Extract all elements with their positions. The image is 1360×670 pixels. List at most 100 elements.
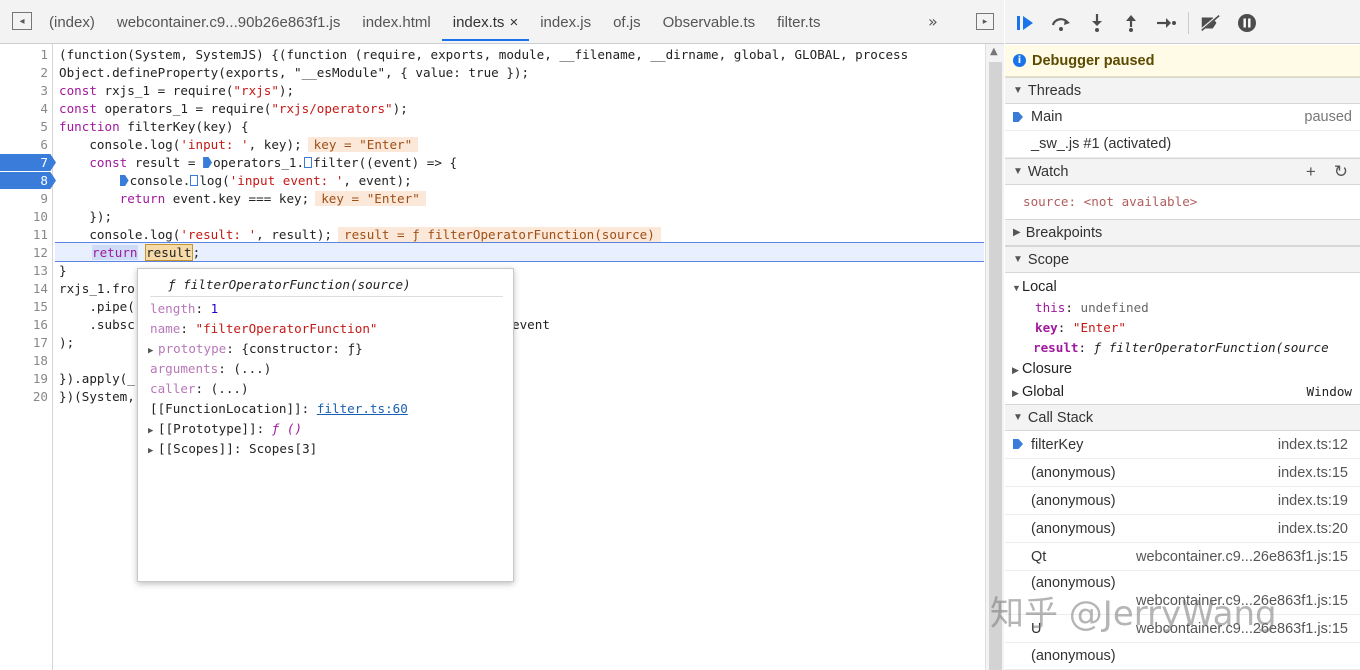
callstack-frame[interactable]: (anonymous) index.ts:20: [1005, 515, 1360, 543]
code-line-19[interactable]: }).apply(_: [59, 370, 135, 388]
code-line-15[interactable]: .pipe(: [59, 298, 135, 316]
add-watch-icon[interactable]: +: [1306, 162, 1316, 182]
tab-observable-ts[interactable]: Observable.ts: [652, 0, 767, 44]
resume-icon[interactable]: [1015, 12, 1037, 34]
code-line-14[interactable]: rxjs_1.fro: [59, 280, 135, 298]
line-number[interactable]: 4: [8, 100, 48, 118]
callstack-frame[interactable]: Qt webcontainer.c9...26e863f1.js:15: [1005, 543, 1360, 571]
inline-breakpoint-icon[interactable]: [203, 157, 213, 168]
line-number[interactable]: 19: [8, 370, 48, 388]
step-into-icon[interactable]: [1086, 12, 1108, 34]
scope-local-header[interactable]: ▼Local: [1012, 277, 1057, 297]
callstack-frame[interactable]: (anonymous): [1005, 643, 1360, 670]
code-line-4[interactable]: const operators_1 = require("rxjs/operat…: [59, 100, 408, 118]
scope-variable[interactable]: key: "Enter": [1035, 318, 1126, 338]
code-line-16-tail[interactable]: event: [512, 316, 550, 334]
line-number[interactable]: 14: [8, 280, 48, 298]
threads-section-header[interactable]: ▼ Threads: [1005, 77, 1360, 104]
code-line-17[interactable]: );: [59, 334, 74, 352]
code-line-1[interactable]: (function(System, SystemJS) {(function (…: [59, 46, 908, 64]
code-line-2[interactable]: Object.defineProperty(exports, "__esModu…: [59, 64, 529, 82]
tab-webcontainer-js[interactable]: webcontainer.c9...90b26e863f1.js: [106, 0, 352, 44]
tab-index[interactable]: (index): [38, 0, 106, 44]
close-icon[interactable]: ×: [509, 14, 518, 31]
toggle-debugger-icon[interactable]: ▸: [976, 13, 994, 30]
line-number[interactable]: 11: [8, 226, 48, 244]
scope-closure[interactable]: ▶ Closure: [1012, 359, 1072, 379]
popover-property-scopes[interactable]: ▶ [[Scopes]]: Scopes[3]: [148, 439, 317, 459]
code-line-7[interactable]: const result = operators_1. filter((event…: [59, 154, 457, 172]
toggle-navigator-icon[interactable]: ◂: [12, 12, 32, 30]
code-line-12[interactable]: return result;: [92, 244, 200, 262]
line-number[interactable]: 1: [8, 46, 48, 64]
scrollbar-thumb[interactable]: [989, 62, 1002, 670]
inline-breakpoint-icon[interactable]: [304, 157, 313, 168]
popover-property[interactable]: length: 1: [150, 299, 218, 319]
line-number[interactable]: 20: [8, 388, 48, 406]
function-location-link[interactable]: filter.ts:60: [317, 401, 408, 416]
step-icon[interactable]: [1155, 12, 1177, 34]
scope-variable[interactable]: this: undefined: [1035, 298, 1149, 318]
code-line-11[interactable]: console.log('result: ', result); result =…: [59, 226, 661, 244]
hovered-variable[interactable]: result: [145, 244, 193, 261]
line-number[interactable]: 12: [8, 244, 48, 262]
line-number[interactable]: 13: [8, 262, 48, 280]
line-number[interactable]: 10: [8, 208, 48, 226]
callstack-frame[interactable]: (anonymous) index.ts:19: [1005, 487, 1360, 515]
breakpoint-marker[interactable]: 8: [0, 172, 56, 189]
expand-triangle-icon[interactable]: ▶: [148, 421, 158, 441]
code-line-9[interactable]: return event.key === key; key = "Enter": [59, 190, 426, 208]
code-line-16[interactable]: .subsc: [59, 316, 135, 334]
variable-hover-popover[interactable]: ƒ filterOperatorFunction(source) length:…: [137, 268, 514, 582]
expand-triangle-icon[interactable]: ▶: [148, 441, 158, 461]
line-number[interactable]: 18: [8, 352, 48, 370]
step-out-icon[interactable]: [1120, 12, 1142, 34]
tab-of-js[interactable]: of.js: [602, 0, 652, 44]
line-number[interactable]: 15: [8, 298, 48, 316]
code-line-6[interactable]: console.log('input: ', key); key = "Enter…: [59, 136, 419, 154]
breakpoint-marker[interactable]: 7: [0, 154, 56, 171]
breakpoints-section-header[interactable]: ▶ Breakpoints: [1005, 219, 1360, 246]
line-gutter[interactable]: 1 2 3 4 5 6 7 8 9 10 11 12 13 14 15 16 1…: [0, 44, 56, 670]
scope-variable[interactable]: ▶result: ƒ filterOperatorFunction(source: [1035, 338, 1360, 358]
property-value[interactable]: (...): [211, 381, 249, 396]
line-number[interactable]: 16: [8, 316, 48, 334]
tab-index-html[interactable]: index.html: [351, 0, 441, 44]
popover-property-prototype[interactable]: ▶ prototype: {constructor: ƒ}: [148, 339, 363, 359]
deactivate-breakpoints-icon[interactable]: [1199, 12, 1221, 34]
refresh-icon[interactable]: ↻: [1334, 162, 1348, 182]
more-tabs-icon[interactable]: »: [928, 12, 938, 31]
line-number[interactable]: 2: [8, 64, 48, 82]
popover-property[interactable]: [[FunctionLocation]]: filter.ts:60: [150, 399, 408, 419]
inline-breakpoint-icon[interactable]: [190, 175, 199, 186]
tab-index-ts[interactable]: index.ts ×: [441, 0, 530, 44]
inline-breakpoint-icon[interactable]: [119, 175, 129, 186]
line-number[interactable]: 17: [8, 334, 48, 352]
popover-property-internal-prototype[interactable]: ▶ [[Prototype]]: ƒ (): [148, 419, 302, 439]
popover-property[interactable]: arguments: (...): [150, 359, 271, 379]
popover-property[interactable]: name: "filterOperatorFunction": [150, 319, 378, 339]
line-number[interactable]: 5: [8, 118, 48, 136]
scope-section-header[interactable]: ▼ Scope: [1005, 246, 1360, 273]
line-number[interactable]: 9: [8, 190, 48, 208]
thread-item-main[interactable]: Main paused: [1005, 104, 1360, 131]
scope-global[interactable]: ▶ Global Window: [1012, 382, 1352, 402]
watch-section-header[interactable]: ▼ Watch + ↻: [1005, 158, 1360, 185]
tab-filter-ts[interactable]: filter.ts: [766, 0, 831, 44]
watch-expression[interactable]: source: <not available>: [1023, 194, 1197, 209]
code-line-10[interactable]: });: [59, 208, 112, 226]
code-line-5[interactable]: function filterKey(key) {: [59, 118, 249, 136]
code-line-8[interactable]: console. log('input event: ', event);: [59, 172, 412, 190]
property-value[interactable]: (...): [233, 361, 271, 376]
line-number[interactable]: 6: [8, 136, 48, 154]
tab-index-js[interactable]: index.js: [529, 0, 602, 44]
callstack-frame[interactable]: filterKey index.ts:12: [1005, 431, 1360, 459]
callstack-frame[interactable]: (anonymous) index.ts:15: [1005, 459, 1360, 487]
popover-property[interactable]: caller: (...): [150, 379, 249, 399]
expand-triangle-icon[interactable]: ▶: [148, 341, 158, 361]
code-line-13[interactable]: }: [59, 262, 67, 280]
scroll-up-icon[interactable]: ▲: [990, 46, 998, 57]
editor-scrollbar[interactable]: ▲: [985, 44, 1004, 670]
callstack-section-header[interactable]: ▼ Call Stack: [1005, 404, 1360, 431]
code-line-20[interactable]: })(System,: [59, 388, 135, 406]
